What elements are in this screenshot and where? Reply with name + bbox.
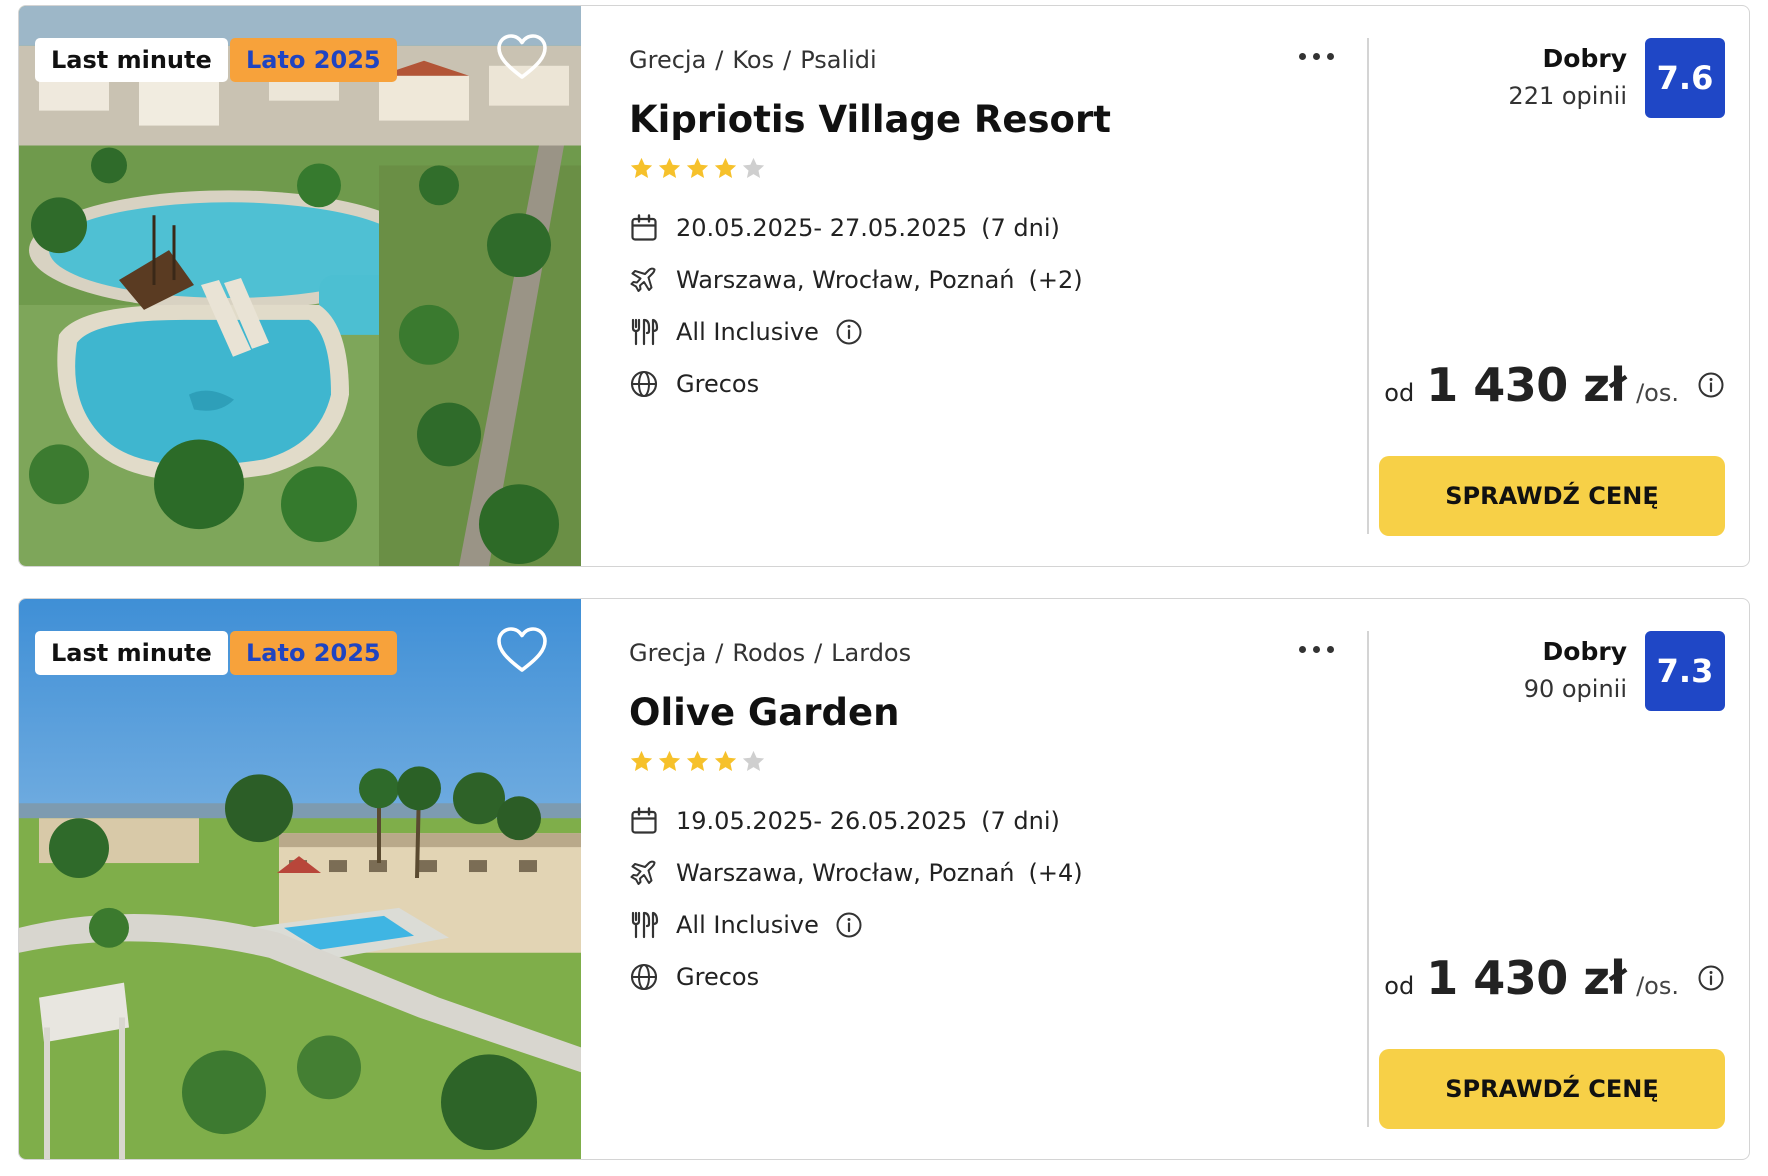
star-icon <box>742 157 765 178</box>
last-minute-badge: Last minute <box>35 38 228 82</box>
breadcrumb: Grecja / Kos / Psalidi <box>629 46 877 74</box>
departure-more-count[interactable]: (+2) <box>1028 266 1082 294</box>
breadcrumb-region[interactable]: Rodos <box>732 639 805 667</box>
cutlery-icon <box>629 317 659 347</box>
dates-row: 20.05.2025- 27.05.2025 (7 dni) <box>629 213 1060 243</box>
breadcrumb-country[interactable]: Grecja <box>629 46 706 74</box>
breadcrumb-town[interactable]: Lardos <box>831 639 911 667</box>
tour-operator: Grecos <box>676 370 760 398</box>
offer-card[interactable]: Last minute Lato 2025 Grecja / Kos / Psalidi… <box>18 5 1750 567</box>
offer-details: Grecja / Rodos / Lardos Olive Garden 19.05.2… <box>629 599 1369 1159</box>
star-icon <box>658 750 681 771</box>
price-prefix: od <box>1384 972 1415 1000</box>
cutlery-icon <box>629 910 659 940</box>
globe-icon <box>629 962 659 992</box>
column-divider <box>1367 631 1369 1127</box>
breadcrumb-region[interactable]: Kos <box>732 46 774 74</box>
info-icon <box>1698 372 1724 398</box>
price-amount: 1 430 zł <box>1426 951 1627 1005</box>
airplane-icon <box>629 858 659 888</box>
favorite-button[interactable] <box>496 33 548 81</box>
star-icon <box>630 750 653 771</box>
price-suffix: /os. <box>1636 379 1679 407</box>
departure-cities: Warszawa, Wrocław, Poznań <box>676 266 1015 294</box>
score-badge: 7.3 <box>1645 631 1725 711</box>
score-badge: 7.6 <box>1645 38 1725 118</box>
board-type: All Inclusive <box>676 318 819 346</box>
star-rating <box>629 749 766 774</box>
price-amount: 1 430 zł <box>1426 358 1627 412</box>
globe-icon <box>629 369 659 399</box>
column-divider <box>1367 38 1369 534</box>
operator-row: Grecos <box>629 369 759 399</box>
check-price-button[interactable]: SPRAWDŹ CENĘ <box>1379 1049 1725 1129</box>
breadcrumb-country[interactable]: Grecja <box>629 639 706 667</box>
star-icon <box>714 157 737 178</box>
reviews-count[interactable]: 221 opinii <box>1508 82 1627 110</box>
breadcrumb-separator: / <box>715 46 724 74</box>
price-block: od 1 430 zł /os. <box>1384 358 1725 412</box>
hotel-photo[interactable] <box>19 599 581 1159</box>
board-row: All Inclusive <box>629 910 863 940</box>
star-icon <box>714 750 737 771</box>
breadcrumb-town[interactable]: Psalidi <box>800 46 877 74</box>
travel-dates: 20.05.2025- 27.05.2025 <box>676 214 968 242</box>
trip-duration: (7 dni) <box>981 214 1060 242</box>
tour-operator: Grecos <box>676 963 760 991</box>
breadcrumb-separator: / <box>783 46 792 74</box>
price-prefix: od <box>1384 379 1415 407</box>
price-suffix: /os. <box>1636 972 1679 1000</box>
info-icon <box>836 319 862 345</box>
board-type: All Inclusive <box>676 911 819 939</box>
more-options-button[interactable] <box>1291 40 1341 70</box>
hotel-name[interactable]: Olive Garden <box>629 691 899 734</box>
board-row: All Inclusive <box>629 317 863 347</box>
rating-label: Dobry <box>1542 44 1627 73</box>
rating-label: Dobry <box>1542 637 1627 666</box>
calendar-icon <box>629 213 659 243</box>
more-options-button[interactable] <box>1291 633 1341 663</box>
season-badge: Lato 2025 <box>230 631 397 675</box>
hotel-photo-image <box>19 599 581 1159</box>
season-badge: Lato 2025 <box>230 38 397 82</box>
hotel-photo[interactable] <box>19 6 581 566</box>
board-info-button[interactable] <box>835 911 863 939</box>
check-price-button[interactable]: SPRAWDŹ CENĘ <box>1379 456 1725 536</box>
airplane-icon <box>629 265 659 295</box>
price-info-button[interactable] <box>1697 371 1725 399</box>
breadcrumb: Grecja / Rodos / Lardos <box>629 639 911 667</box>
info-icon <box>836 912 862 938</box>
departure-row: Warszawa, Wrocław, Poznań (+2) <box>629 265 1083 295</box>
departure-cities: Warszawa, Wrocław, Poznań <box>676 859 1015 887</box>
star-icon <box>686 157 709 178</box>
operator-row: Grecos <box>629 962 759 992</box>
price-info-button[interactable] <box>1697 964 1725 992</box>
info-icon <box>1698 965 1724 991</box>
reviews-count[interactable]: 90 opinii <box>1524 675 1627 703</box>
star-icon <box>630 157 653 178</box>
hotel-name[interactable]: Kipriotis Village Resort <box>629 98 1111 141</box>
breadcrumb-separator: / <box>715 639 724 667</box>
heart-icon <box>497 627 547 672</box>
breadcrumb-separator: / <box>814 639 823 667</box>
hotel-photo-image <box>19 6 581 566</box>
travel-dates: 19.05.2025- 26.05.2025 <box>676 807 968 835</box>
star-rating <box>629 156 766 181</box>
star-icon <box>686 750 709 771</box>
last-minute-badge: Last minute <box>35 631 228 675</box>
offer-card[interactable]: Last minute Lato 2025 Grecja / Rodos / Lardo… <box>18 598 1750 1160</box>
price-block: od 1 430 zł /os. <box>1384 951 1725 1005</box>
calendar-icon <box>629 806 659 836</box>
heart-icon <box>497 34 547 79</box>
offer-details: Grecja / Kos / Psalidi Kipriotis Village Res… <box>629 6 1369 566</box>
star-icon <box>658 157 681 178</box>
departure-more-count[interactable]: (+4) <box>1028 859 1082 887</box>
trip-duration: (7 dni) <box>981 807 1060 835</box>
departure-row: Warszawa, Wrocław, Poznań (+4) <box>629 858 1083 888</box>
board-info-button[interactable] <box>835 318 863 346</box>
favorite-button[interactable] <box>496 626 548 674</box>
dates-row: 19.05.2025- 26.05.2025 (7 dni) <box>629 806 1060 836</box>
star-icon <box>742 750 765 771</box>
